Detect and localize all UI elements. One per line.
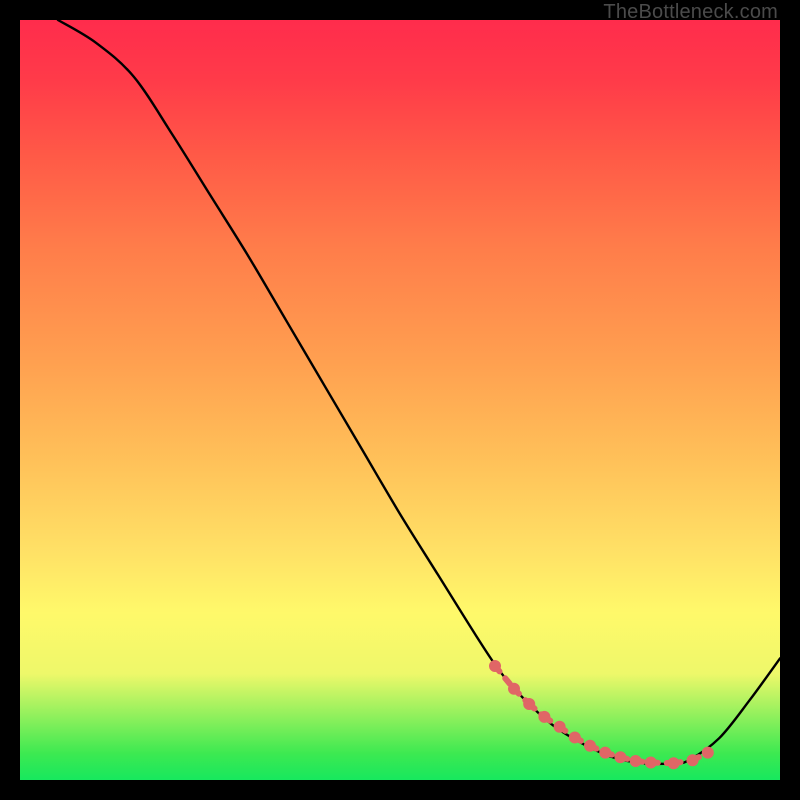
marker-dot — [509, 683, 520, 694]
marker-dot — [569, 732, 580, 743]
marker-dot — [630, 756, 641, 767]
marker-dot — [687, 755, 698, 766]
marker-dot — [615, 752, 626, 763]
chart-frame: TheBottleneck.com — [0, 0, 800, 800]
marker-dot — [668, 758, 679, 769]
plot-area — [20, 20, 780, 780]
marker-dot — [554, 721, 565, 732]
marker-dot — [702, 747, 713, 758]
marker-dot — [600, 747, 611, 758]
marker-dot — [585, 740, 596, 751]
bottleneck-curve — [58, 20, 780, 764]
marker-dot — [524, 699, 535, 710]
marker-dot — [539, 711, 550, 722]
marker-dot — [490, 661, 501, 672]
highlight-markers — [490, 661, 714, 769]
curve-svg — [20, 20, 780, 780]
marker-dot — [645, 757, 656, 768]
